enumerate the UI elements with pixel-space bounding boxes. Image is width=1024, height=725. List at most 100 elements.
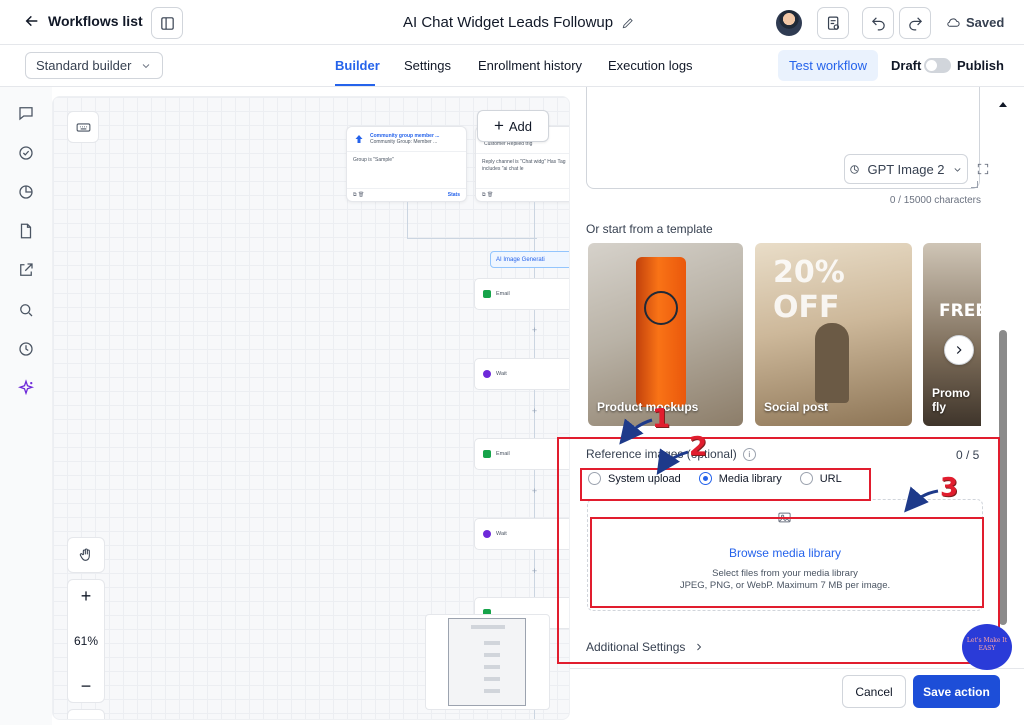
test-workflow-button[interactable]: Test workflow: [778, 50, 878, 81]
email-icon: [483, 450, 491, 458]
hand-icon: [79, 548, 90, 561]
check-circle-icon[interactable]: [17, 144, 35, 162]
ai-image-node[interactable]: AI Image Generati: [490, 251, 569, 268]
fit-screen-icon: [78, 719, 94, 720]
minimap[interactable]: [425, 614, 550, 710]
publish-toggle[interactable]: [924, 58, 951, 73]
search-icon[interactable]: [17, 301, 35, 319]
zoom-level: 61%: [73, 634, 99, 648]
arrow-up-icon: [355, 135, 363, 143]
scrollbar-thumb[interactable]: [999, 330, 1007, 625]
annotation-marker-3: 3: [940, 473, 959, 503]
workflow-ai-button[interactable]: [817, 7, 849, 39]
add-trigger-button[interactable]: + Add: [477, 110, 549, 142]
panel-footer-divider: [570, 668, 1024, 669]
undo-button[interactable]: [862, 7, 894, 39]
user-avatar[interactable]: [776, 10, 802, 36]
prompt-textarea[interactable]: GPT Image 2: [586, 87, 989, 189]
cancel-button[interactable]: Cancel: [842, 675, 906, 708]
plus-icon: +: [493, 116, 504, 135]
clock-icon: [483, 370, 491, 378]
resize-handle-icon[interactable]: [971, 181, 978, 188]
back-to-workflows-link[interactable]: Workflows list: [24, 13, 143, 29]
ai-node-label: AI Image Generati: [496, 256, 545, 263]
trigger-actions-icon[interactable]: ⧉ 🗑: [476, 188, 569, 201]
trigger-stats-link[interactable]: Stats: [448, 192, 460, 198]
keyboard-shortcuts-button[interactable]: [67, 111, 99, 143]
chevron-down-icon: [954, 167, 961, 172]
add-step-icon[interactable]: +: [530, 567, 539, 576]
chat-icon[interactable]: [17, 104, 35, 122]
tab-settings[interactable]: Settings: [404, 58, 451, 73]
zoom-panel: + 61% −: [67, 579, 105, 703]
zoom-controls: + 61% −: [67, 537, 105, 720]
trigger-card[interactable]: Community group member ... Community Gro…: [346, 126, 467, 202]
minimap-node: [484, 665, 500, 669]
saved-label: Saved: [966, 15, 1005, 30]
scroll-up-arrow-icon[interactable]: [998, 97, 1008, 107]
save-action-button[interactable]: Save action: [913, 675, 1000, 708]
zoom-in-button[interactable]: +: [81, 587, 92, 605]
template-card-promo-flyer[interactable]: FREE Promo fly: [923, 243, 981, 426]
node-label: Wait: [496, 531, 507, 537]
sparkle-icon[interactable]: [17, 379, 35, 397]
add-label: Add: [508, 118, 533, 134]
connector-line: [407, 202, 408, 238]
email-node[interactable]: Email: [474, 438, 569, 470]
annotation-box-sources: [580, 468, 871, 501]
annotation-marker-2: 2: [689, 432, 708, 462]
fit-view-button[interactable]: [67, 709, 105, 720]
document-icon[interactable]: [17, 222, 35, 240]
template-label: Social post: [764, 400, 829, 414]
publish-label: Publish: [957, 58, 1004, 73]
node-label: Wait: [496, 371, 507, 377]
document-check-icon: [827, 16, 839, 30]
trigger-filter: Group is "Sample": [347, 151, 466, 168]
template-label: Product mockups: [597, 400, 699, 414]
template-label: Promo fly: [932, 386, 971, 414]
builder-mode-value: Standard builder: [36, 58, 132, 73]
email-node[interactable]: Email: [474, 278, 569, 310]
annotation-marker-1: 1: [652, 404, 671, 434]
template-card-social-post[interactable]: 20% OFF Social post: [755, 243, 912, 426]
builder-toolbar: Standard builder Builder Settings Enroll…: [0, 45, 1024, 87]
builder-mode-select[interactable]: Standard builder: [25, 52, 163, 79]
template-next-button[interactable]: [944, 335, 974, 365]
discount-graphic: 20% OFF: [773, 255, 845, 325]
expand-editor-button[interactable]: [976, 162, 990, 181]
minimap-node: [471, 625, 505, 629]
left-rail: [0, 87, 52, 725]
wait-node[interactable]: Wait: [474, 358, 569, 390]
redo-button[interactable]: [899, 7, 931, 39]
wait-node[interactable]: Wait: [474, 518, 569, 550]
expand-icon: [977, 163, 989, 175]
toggle-sidebar-button[interactable]: [151, 7, 183, 39]
salon-image: [815, 323, 849, 403]
external-link-icon[interactable]: [17, 261, 35, 279]
workflow-title[interactable]: AI Chat Widget Leads Followup: [403, 14, 635, 31]
tab-enrollment-history[interactable]: Enrollment history: [478, 58, 582, 73]
zoom-out-button[interactable]: −: [81, 677, 92, 695]
add-step-icon[interactable]: +: [530, 487, 539, 496]
tab-builder[interactable]: Builder: [335, 58, 380, 73]
template-card-product-mockups[interactable]: Product mockups: [588, 243, 743, 426]
save-status: Saved: [946, 15, 1004, 30]
energy-can-image: [636, 257, 686, 407]
pan-hand-button[interactable]: [67, 537, 105, 573]
openai-icon: [850, 164, 860, 174]
add-step-icon[interactable]: +: [530, 326, 539, 335]
model-select[interactable]: GPT Image 2: [844, 154, 968, 184]
active-tab-indicator: [335, 84, 375, 86]
chevron-down-icon: [142, 63, 150, 68]
add-step-icon[interactable]: +: [530, 407, 539, 416]
minimap-node: [484, 641, 500, 645]
workflow-canvas[interactable]: Community group member ... Community Gro…: [52, 96, 570, 720]
back-label: Workflows list: [48, 13, 143, 29]
pie-chart-icon[interactable]: [17, 183, 35, 201]
trigger-actions-icon[interactable]: ⧉ 🗑: [353, 192, 364, 198]
watermark-logo: Let's Make It EASY: [962, 624, 1012, 670]
connector-line: [407, 238, 537, 239]
minimap-node: [484, 677, 500, 681]
history-icon[interactable]: [17, 340, 35, 358]
tab-execution-logs[interactable]: Execution logs: [608, 58, 693, 73]
